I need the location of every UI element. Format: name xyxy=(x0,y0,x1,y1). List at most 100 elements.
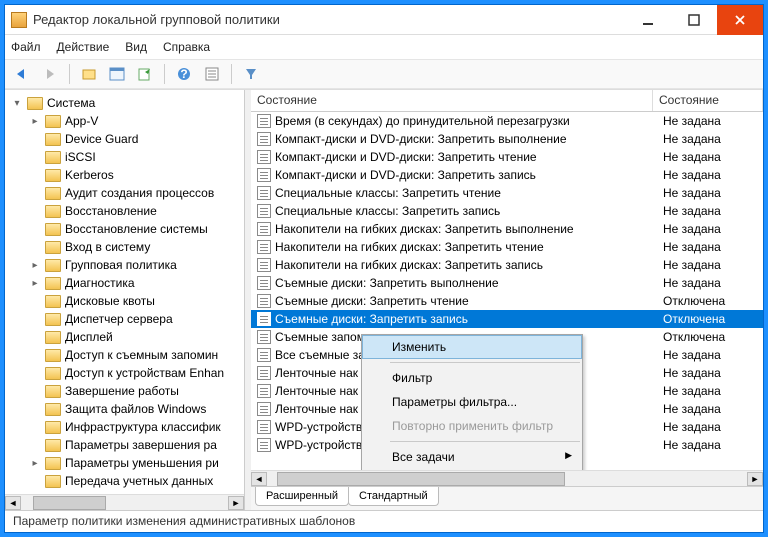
menu-action[interactable]: Действие xyxy=(57,40,110,54)
policy-row[interactable]: Компакт-диски и DVD-диски: Запретить зап… xyxy=(251,166,763,184)
tree-item[interactable]: Защита файлов Windows xyxy=(5,400,244,418)
expand-icon[interactable] xyxy=(29,152,41,163)
scroll-right-icon[interactable]: ► xyxy=(228,496,244,510)
policy-row[interactable]: Специальные классы: Запретить чтениеНе з… xyxy=(251,184,763,202)
properties-button[interactable] xyxy=(201,63,223,85)
policy-row[interactable]: Накопители на гибких дисках: Запретить з… xyxy=(251,256,763,274)
maximize-button[interactable] xyxy=(671,5,717,35)
policy-name: Накопители на гибких дисках: Запретить в… xyxy=(275,222,663,236)
titlebar[interactable]: Редактор локальной групповой политики xyxy=(5,5,763,35)
tree-item[interactable]: Восстановление xyxy=(5,202,244,220)
policy-icon xyxy=(257,222,271,236)
forward-button[interactable] xyxy=(39,63,61,85)
expand-icon[interactable] xyxy=(29,350,41,361)
tree-item[interactable]: Завершение работы xyxy=(5,382,244,400)
tree-item[interactable]: ▸ Групповая политика xyxy=(5,256,244,274)
ctx-filter[interactable]: Фильтр xyxy=(362,366,582,390)
expand-icon[interactable]: ▸ xyxy=(29,458,41,469)
list-hscroll[interactable]: ◄ ► xyxy=(251,470,763,486)
tree-pane[interactable]: ▾Система▸App-V Device Guard iSCSI Kerber… xyxy=(5,90,245,510)
expand-icon[interactable] xyxy=(29,314,41,325)
tree-item[interactable]: Вход в систему xyxy=(5,238,244,256)
expand-icon[interactable] xyxy=(29,404,41,415)
tab-standard[interactable]: Стандартный xyxy=(348,487,439,506)
expand-icon[interactable] xyxy=(29,188,41,199)
tree-item[interactable]: Device Guard xyxy=(5,130,244,148)
expand-icon[interactable] xyxy=(29,440,41,451)
expand-icon[interactable] xyxy=(29,134,41,145)
scroll-thumb[interactable] xyxy=(277,472,565,486)
menu-help[interactable]: Справка xyxy=(163,40,210,54)
collapse-icon[interactable]: ▾ xyxy=(11,98,23,109)
policy-row[interactable]: Накопители на гибких дисках: Запретить ч… xyxy=(251,238,763,256)
menu-view[interactable]: Вид xyxy=(125,40,147,54)
folder-icon xyxy=(45,349,61,362)
up-button[interactable] xyxy=(78,63,100,85)
menu-file[interactable]: Файл xyxy=(11,40,41,54)
policy-row[interactable]: Накопители на гибких дисках: Запретить в… xyxy=(251,220,763,238)
tree-item[interactable]: Восстановление системы xyxy=(5,220,244,238)
close-button[interactable] xyxy=(717,5,763,35)
tree-item[interactable]: ▸Параметры уменьшения ри xyxy=(5,454,244,472)
policy-list[interactable]: Время (в секундах) до принудительной пер… xyxy=(251,112,763,470)
tree-item[interactable]: iSCSI xyxy=(5,148,244,166)
expand-icon[interactable] xyxy=(29,368,41,379)
expand-icon[interactable] xyxy=(29,386,41,397)
export-button[interactable] xyxy=(134,63,156,85)
show-hide-button[interactable] xyxy=(106,63,128,85)
scroll-thumb[interactable] xyxy=(33,496,105,510)
tree-item[interactable]: Передача учетных данных xyxy=(5,472,244,490)
tree-item[interactable]: ▸App-V xyxy=(5,112,244,130)
minimize-button[interactable] xyxy=(625,5,671,35)
tab-extended[interactable]: Расширенный xyxy=(255,487,349,506)
filter-button[interactable] xyxy=(240,63,262,85)
policy-row[interactable]: Съемные диски: Запретить чтениеОтключена xyxy=(251,292,763,310)
folder-icon xyxy=(45,151,61,164)
tree-item[interactable]: Параметры завершения ра xyxy=(5,436,244,454)
tree-item[interactable]: Kerberos xyxy=(5,166,244,184)
tree-item[interactable]: Инфраструктура классифик xyxy=(5,418,244,436)
expand-icon[interactable] xyxy=(29,476,41,487)
policy-row[interactable]: Компакт-диски и DVD-диски: Запретить чте… xyxy=(251,148,763,166)
scroll-left-icon[interactable]: ◄ xyxy=(251,472,267,486)
tree-label: Дисплей xyxy=(65,330,113,344)
list-header[interactable]: Состояние Состояние xyxy=(251,90,763,112)
tree-item[interactable]: Диспетчер сервера xyxy=(5,310,244,328)
ctx-edit[interactable]: Изменить xyxy=(362,335,582,359)
submenu-arrow-icon: ▶ xyxy=(565,450,572,461)
scroll-left-icon[interactable]: ◄ xyxy=(5,496,21,510)
expand-icon[interactable]: ▸ xyxy=(29,260,41,271)
policy-row[interactable]: Специальные классы: Запретить записьНе з… xyxy=(251,202,763,220)
tree-item[interactable]: Доступ к съемным запомин xyxy=(5,346,244,364)
expand-icon[interactable] xyxy=(29,422,41,433)
help-button[interactable]: ? xyxy=(173,63,195,85)
policy-row[interactable]: Компакт-диски и DVD-диски: Запретить вып… xyxy=(251,130,763,148)
column-state[interactable]: Состояние xyxy=(653,90,763,111)
tree-label: Групповая политика xyxy=(65,258,177,272)
scroll-right-icon[interactable]: ► xyxy=(747,472,763,486)
tree-item[interactable]: Дисплей xyxy=(5,328,244,346)
tree-item[interactable]: Доступ к устройствам Enhan xyxy=(5,364,244,382)
expand-icon[interactable] xyxy=(29,206,41,217)
tree-hscroll[interactable]: ◄ ► xyxy=(5,494,244,510)
back-button[interactable] xyxy=(11,63,33,85)
expand-icon[interactable] xyxy=(29,170,41,181)
tree-item[interactable]: ▸Диагностика xyxy=(5,274,244,292)
expand-icon[interactable]: ▸ xyxy=(29,116,41,127)
policy-row[interactable]: Съемные диски: Запретить выполнениеНе за… xyxy=(251,274,763,292)
app-icon xyxy=(11,12,27,28)
policy-state: Не задана xyxy=(663,150,763,164)
ctx-filter-params[interactable]: Параметры фильтра... xyxy=(362,390,582,414)
expand-icon[interactable] xyxy=(29,332,41,343)
column-name[interactable]: Состояние xyxy=(251,90,653,111)
expand-icon[interactable] xyxy=(29,242,41,253)
policy-row[interactable]: Съемные диски: Запретить записьОтключена xyxy=(251,310,763,328)
expand-icon[interactable] xyxy=(29,224,41,235)
tree-item[interactable]: Дисковые квоты xyxy=(5,292,244,310)
ctx-all-tasks[interactable]: Все задачи▶ xyxy=(362,445,582,469)
expand-icon[interactable] xyxy=(29,296,41,307)
tree-item[interactable]: Аудит создания процессов xyxy=(5,184,244,202)
policy-row[interactable]: Время (в секундах) до принудительной пер… xyxy=(251,112,763,130)
tree-root[interactable]: ▾Система xyxy=(5,94,244,112)
expand-icon[interactable]: ▸ xyxy=(29,278,41,289)
